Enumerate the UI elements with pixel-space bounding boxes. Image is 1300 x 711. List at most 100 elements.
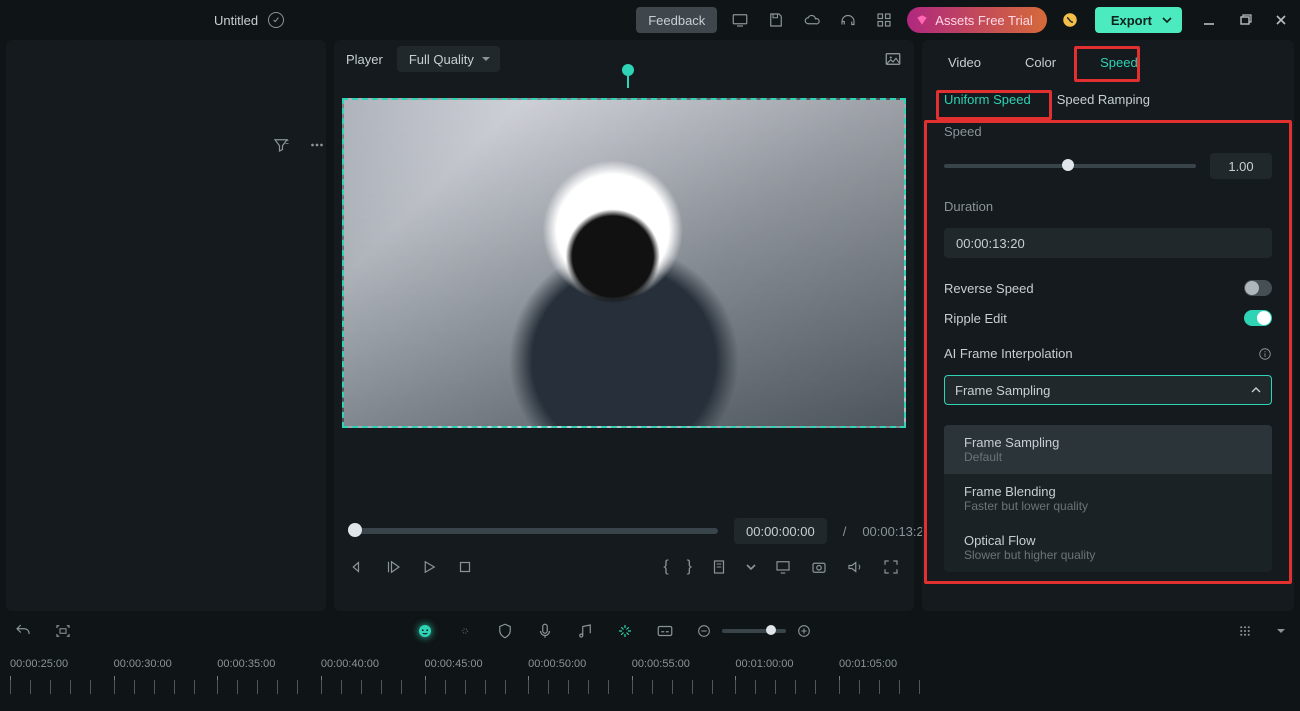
cloud-icon[interactable] — [799, 7, 825, 33]
current-time: 00:00:00:00 — [734, 518, 827, 544]
filter-icon[interactable] — [272, 136, 290, 154]
option-frame-blending[interactable]: Frame Blending Faster but lower quality — [944, 474, 1272, 523]
interpolation-menu: Frame Sampling Default Frame Blending Fa… — [944, 425, 1272, 572]
play-icon[interactable] — [420, 558, 438, 576]
time-separator: / — [843, 524, 847, 539]
interpolation-selected: Frame Sampling — [955, 383, 1050, 398]
enhance-icon[interactable] — [616, 622, 634, 640]
player-label: Player — [346, 52, 383, 67]
option-frame-sampling[interactable]: Frame Sampling Default — [944, 425, 1272, 474]
ripple-edit-toggle[interactable] — [1244, 310, 1272, 326]
speed-slider-handle[interactable] — [1062, 159, 1074, 171]
speed-value[interactable]: 1.00 — [1210, 153, 1272, 179]
ripple-edit-label: Ripple Edit — [944, 311, 1007, 326]
scrub-track[interactable] — [348, 528, 718, 534]
tab-video[interactable]: Video — [944, 49, 985, 76]
headphones-icon[interactable] — [835, 7, 861, 33]
zoom-out-icon[interactable] — [696, 623, 712, 639]
caret-down-icon[interactable] — [1276, 626, 1286, 636]
image-icon[interactable] — [884, 50, 902, 68]
ai-face-icon[interactable] — [416, 622, 434, 640]
playhead-marker[interactable] — [622, 64, 634, 88]
assets-trial-label: Assets Free Trial — [935, 13, 1033, 28]
duration-label: Duration — [944, 199, 1272, 214]
zoom-slider-handle[interactable] — [766, 625, 776, 635]
zoom-slider[interactable] — [722, 629, 786, 633]
total-time: 00:00:13:20 — [862, 524, 931, 539]
preview-area[interactable] — [342, 82, 906, 512]
media-pane — [6, 40, 326, 611]
timeline-ruler[interactable]: 00:00:25:00 00:00:30:00 00:00:35:00 00:0… — [0, 651, 1300, 705]
caption-icon[interactable] — [656, 622, 674, 640]
grid-icon[interactable] — [871, 7, 897, 33]
play-pause-icon[interactable] — [384, 558, 402, 576]
shield-icon[interactable] — [496, 622, 514, 640]
ruler-tick: 00:00:40:00 — [321, 658, 421, 670]
undo-icon[interactable] — [14, 622, 32, 640]
project-title: Untitled — [214, 13, 258, 28]
tab-speed[interactable]: Speed — [1096, 49, 1142, 76]
speed-slider[interactable] — [944, 164, 1196, 168]
option-subtitle: Default — [964, 450, 1252, 464]
subtab-uniform-speed[interactable]: Uniform Speed — [944, 92, 1031, 107]
player-pane: Player Full Quality 00:00:00:00 / 00:00:… — [334, 40, 914, 611]
export-button[interactable]: Export — [1095, 7, 1182, 33]
camera-bracket-icon[interactable] — [54, 622, 72, 640]
grid-small-icon[interactable] — [1236, 622, 1254, 640]
quality-value: Full Quality — [409, 52, 474, 67]
stop-icon[interactable] — [456, 558, 474, 576]
mark-icon[interactable] — [710, 558, 728, 576]
preview-clip[interactable] — [342, 98, 906, 428]
ruler-tick: 00:00:45:00 — [425, 658, 525, 670]
sparkle-icon[interactable] — [456, 622, 474, 640]
mic-icon[interactable] — [536, 622, 554, 640]
subtab-speed-ramping[interactable]: Speed Ramping — [1057, 92, 1150, 107]
more-icon[interactable] — [308, 136, 326, 154]
brace-close-icon[interactable]: } — [687, 558, 692, 576]
info-icon[interactable] — [1258, 347, 1272, 361]
option-optical-flow[interactable]: Optical Flow Slower but higher quality — [944, 523, 1272, 572]
interpolation-dropdown[interactable]: Frame Sampling — [944, 375, 1272, 405]
zoom-in-icon[interactable] — [796, 623, 812, 639]
music-icon[interactable] — [576, 622, 594, 640]
option-title: Frame Blending — [964, 484, 1252, 499]
chevron-down-small-icon[interactable] — [746, 562, 756, 572]
monitor-icon[interactable] — [727, 7, 753, 33]
scrub-handle[interactable] — [348, 523, 362, 537]
window-restore-icon[interactable] — [1238, 13, 1252, 27]
duration-field[interactable]: 00:00:13:20 — [944, 228, 1272, 258]
window-minimize-icon[interactable] — [1202, 13, 1216, 27]
timeline-area: 00:00:25:00 00:00:30:00 00:00:35:00 00:0… — [0, 611, 1300, 711]
fullscreen-icon[interactable] — [882, 558, 900, 576]
tab-color[interactable]: Color — [1021, 49, 1060, 76]
option-subtitle: Faster but lower quality — [964, 499, 1252, 513]
volume-icon[interactable] — [846, 558, 864, 576]
save-icon[interactable] — [763, 7, 789, 33]
top-bar: Untitled Feedback Assets Free Trial Expo… — [0, 0, 1300, 40]
app-logo-icon[interactable] — [1057, 7, 1083, 33]
ruler-tick: 00:00:30:00 — [114, 658, 214, 670]
display-icon[interactable] — [774, 558, 792, 576]
chevron-down-icon — [1162, 15, 1172, 25]
ruler-tick: 00:00:50:00 — [528, 658, 628, 670]
feedback-button[interactable]: Feedback — [636, 7, 717, 33]
feedback-label: Feedback — [648, 13, 705, 28]
ruler-tick: 00:00:55:00 — [632, 658, 732, 670]
interpolation-label: AI Frame Interpolation — [944, 346, 1073, 361]
quality-dropdown[interactable]: Full Quality — [397, 46, 500, 72]
diamond-icon — [915, 13, 929, 27]
ruler-tick: 00:01:00:00 — [735, 658, 835, 670]
unsaved-icon — [268, 12, 284, 28]
duration-value: 00:00:13:20 — [956, 236, 1025, 251]
speed-label: Speed — [944, 124, 1272, 139]
reverse-speed-label: Reverse Speed — [944, 281, 1034, 296]
ruler-tick: 00:00:25:00 — [10, 658, 110, 670]
snapshot-icon[interactable] — [810, 558, 828, 576]
assets-trial-button[interactable]: Assets Free Trial — [907, 7, 1047, 33]
ruler-tick: 00:01:05:00 — [839, 658, 939, 670]
window-close-icon[interactable] — [1274, 13, 1288, 27]
prev-frame-icon[interactable] — [348, 558, 366, 576]
brace-open-icon[interactable]: { — [663, 558, 668, 576]
chevron-up-icon — [1251, 385, 1261, 395]
reverse-speed-toggle[interactable] — [1244, 280, 1272, 296]
